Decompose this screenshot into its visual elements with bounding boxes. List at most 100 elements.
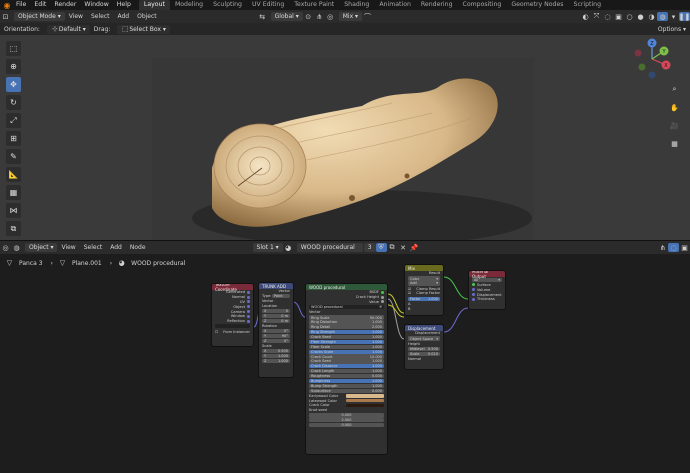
viewport-menu-object[interactable]: Object	[133, 13, 161, 20]
drag-dropdown[interactable]: ⬚ Select Box ▾	[117, 24, 170, 34]
displacement-node[interactable]: Displacement Displacement Object Space ▾ …	[404, 324, 444, 370]
duplicate-material-icon[interactable]: ⧉	[387, 243, 398, 252]
color-swatch[interactable]	[346, 398, 384, 403]
transform-tool-icon[interactable]: ⊞	[6, 131, 21, 146]
mapping-scale-z-field[interactable]: Z 1.000	[262, 358, 290, 364]
unlink-material-icon[interactable]: ✕	[398, 243, 409, 252]
pause-icon[interactable]: ❚❚	[679, 12, 690, 21]
breadcrumb-mesh[interactable]: Plane.001	[68, 260, 106, 267]
pivot-icon[interactable]: ⊙	[303, 12, 314, 21]
texture-coordinate-node[interactable]: Texture Coordinate Generated Normal UV Obje…	[211, 283, 254, 347]
tab-modeling[interactable]: Modeling	[170, 0, 208, 10]
node-menu-add[interactable]: Add	[106, 244, 126, 251]
mapping-rotation-y-field[interactable]: Y 90°	[262, 333, 290, 339]
trunk-add-mapping-node[interactable]: TRUNK ADD Vector Type: Point Vector Locat…	[258, 282, 294, 378]
navigation-gizmo[interactable]: Z X Y	[628, 35, 682, 81]
viewport-menu-add[interactable]: Add	[113, 13, 133, 20]
options-dropdown[interactable]: Options ▾	[654, 26, 690, 33]
scale-tool-icon[interactable]: ⤢	[6, 113, 21, 128]
wood-field-ring-scale[interactable]: Ring Scale 90.000	[309, 315, 384, 320]
displacement-space-dropdown[interactable]: Object Space ▾	[408, 336, 440, 341]
mix-dropdown[interactable]: Mix ▾	[338, 12, 363, 21]
wood-field-crack-seed[interactable]: Crack Seed 1.000	[309, 359, 384, 364]
knot-seed-field[interactable]: 0.000	[309, 413, 384, 418]
menu-item-render[interactable]: Render	[50, 0, 80, 10]
shrink-tool-icon[interactable]: ⋈	[6, 203, 21, 218]
viewport-menu-view[interactable]: View	[65, 13, 87, 20]
rotate-tool-icon[interactable]: ↻	[6, 95, 21, 110]
cube-add-tool-icon[interactable]: ⧉	[6, 221, 21, 236]
wood-field-crack-distance[interactable]: Crack Distance 1.000	[309, 364, 384, 369]
wood-field-subsurface[interactable]: Subsurface 0.000	[309, 388, 384, 393]
breadcrumb-object[interactable]: Panca 3	[15, 260, 47, 267]
shading-rendered-icon[interactable]: ◍	[657, 12, 668, 21]
wood-field-ring-distortion[interactable]: Ring Distortion 1.000	[309, 320, 384, 325]
tab-layout[interactable]: Layout	[138, 0, 170, 10]
wood-field-bumpiness[interactable]: Bumpiness 1.000	[309, 378, 384, 383]
shading-solid-icon[interactable]: ●	[635, 12, 646, 21]
tab-geometry-nodes[interactable]: Geometry Nodes	[506, 0, 568, 10]
mapping-location-y-field[interactable]: Y 0 m	[262, 313, 290, 318]
wood-field-fiber-strength[interactable]: Fiber Strength 1.000	[309, 339, 384, 344]
orientation-default-dropdown[interactable]: ⊹ Default ▾	[46, 24, 90, 34]
mapping-type-value[interactable]: Point	[272, 294, 290, 299]
node-menu-select[interactable]: Select	[80, 244, 107, 251]
tab-rendering[interactable]: Rendering	[416, 0, 458, 10]
wood-field-crack-seed[interactable]: Crack Seed 1.000	[309, 334, 384, 340]
grid-perspective-icon[interactable]: ▦	[668, 137, 681, 150]
pin-icon[interactable]: 📌	[409, 243, 420, 252]
visibility-icon[interactable]: ◐	[580, 12, 591, 21]
mapping-scale-x-field[interactable]: X 0.500	[262, 349, 290, 354]
displacement-scale-field[interactable]: Scale 0.010	[408, 351, 440, 356]
wood-field-ring-strength[interactable]: Ring Strength 1.000	[309, 330, 384, 335]
shading-material-icon[interactable]: ◑	[646, 12, 657, 21]
texcoord-object-field[interactable]	[215, 324, 250, 329]
move-tool-icon[interactable]: ✥	[6, 77, 21, 92]
wood-field-crack-length[interactable]: Crack Length 1.000	[309, 369, 384, 374]
mapping-scale-y-field[interactable]: Y 1.000	[262, 353, 290, 359]
falloff-icon[interactable]: ⌒	[362, 12, 373, 21]
mix-node[interactable]: Mix Result Color ▾ Add ▾ ☑ Clamp Result ☑ Cl…	[404, 264, 444, 316]
from-instancer-checkbox[interactable]: ☐ From Instancer	[212, 329, 253, 334]
color-swatch[interactable]	[346, 403, 384, 408]
wood-field-ring-detail[interactable]: Ring Detail 2.000	[309, 325, 384, 330]
material-output-node[interactable]: Material Output All ▾ Surface Volume Displa…	[468, 270, 506, 310]
object-mode-dropdown[interactable]: Object Mode ▾	[14, 12, 65, 21]
node-editor-type-icon[interactable]: ◎	[0, 243, 11, 252]
camera-icon[interactable]: 🎥	[668, 119, 681, 132]
tab-shading[interactable]: Shading	[339, 0, 374, 10]
shading-wire-icon[interactable]: ○	[624, 12, 635, 21]
node-menu-node[interactable]: Node	[126, 244, 150, 251]
mix-factor-slider[interactable]: Factor 1.000	[408, 296, 440, 301]
wood-group-datablock[interactable]: WOOD procedural ⛨	[309, 305, 384, 310]
node-object-dropdown[interactable]: Object ▾	[25, 243, 58, 252]
mapping-location-x-field[interactable]: X0	[262, 308, 290, 314]
tab-animation[interactable]: Animation	[374, 0, 416, 10]
annotate-tool-icon[interactable]: ✎	[6, 149, 21, 164]
snapping-icon[interactable]: ⋔	[657, 243, 668, 252]
mix-blend-dropdown[interactable]: Add ▾	[408, 281, 440, 286]
tab-compositing[interactable]: Compositing	[458, 0, 507, 10]
blender-logo-icon[interactable]: ◉	[2, 0, 12, 10]
wood-procedural-group-node[interactable]: WOOD procedural BSDF Crack Height Value WO…	[305, 283, 388, 455]
node-canvas[interactable]: Texture Coordinate Generated Normal UV Obje…	[0, 264, 690, 473]
measure-tool-icon[interactable]: 📐	[6, 167, 21, 182]
material-users-count[interactable]: 3	[363, 243, 376, 252]
mapping-location-z-field[interactable]: Z 0 m	[262, 318, 290, 323]
cursor-tool-icon[interactable]: ⊕	[6, 59, 21, 74]
mapping-type-row[interactable]: Type: Point	[259, 294, 293, 299]
viewport-menu-select[interactable]: Select	[87, 13, 114, 20]
pan-hand-icon[interactable]: ✋	[668, 101, 681, 114]
tab-sculpting[interactable]: Sculpting	[208, 0, 247, 10]
backdrop-icon[interactable]: ▣	[679, 243, 690, 252]
menu-item-file[interactable]: File	[12, 0, 30, 10]
wood-color-earlywood-color[interactable]: Earlywood Color	[306, 393, 387, 398]
knot-seed-field[interactable]: 0.000	[309, 423, 384, 428]
shader-type-icon[interactable]: ◍	[11, 243, 22, 252]
add-cube-tool-icon[interactable]: ▦	[6, 185, 21, 200]
zoom-icon[interactable]: ⌕	[668, 83, 681, 96]
proportional-edit-icon[interactable]: ◎	[325, 12, 336, 21]
shading-options-icon[interactable]: ▾	[668, 12, 679, 21]
wood-field-crack-count[interactable]: Crack Count 10.000	[309, 354, 384, 359]
menu-item-window[interactable]: Window	[80, 0, 112, 10]
